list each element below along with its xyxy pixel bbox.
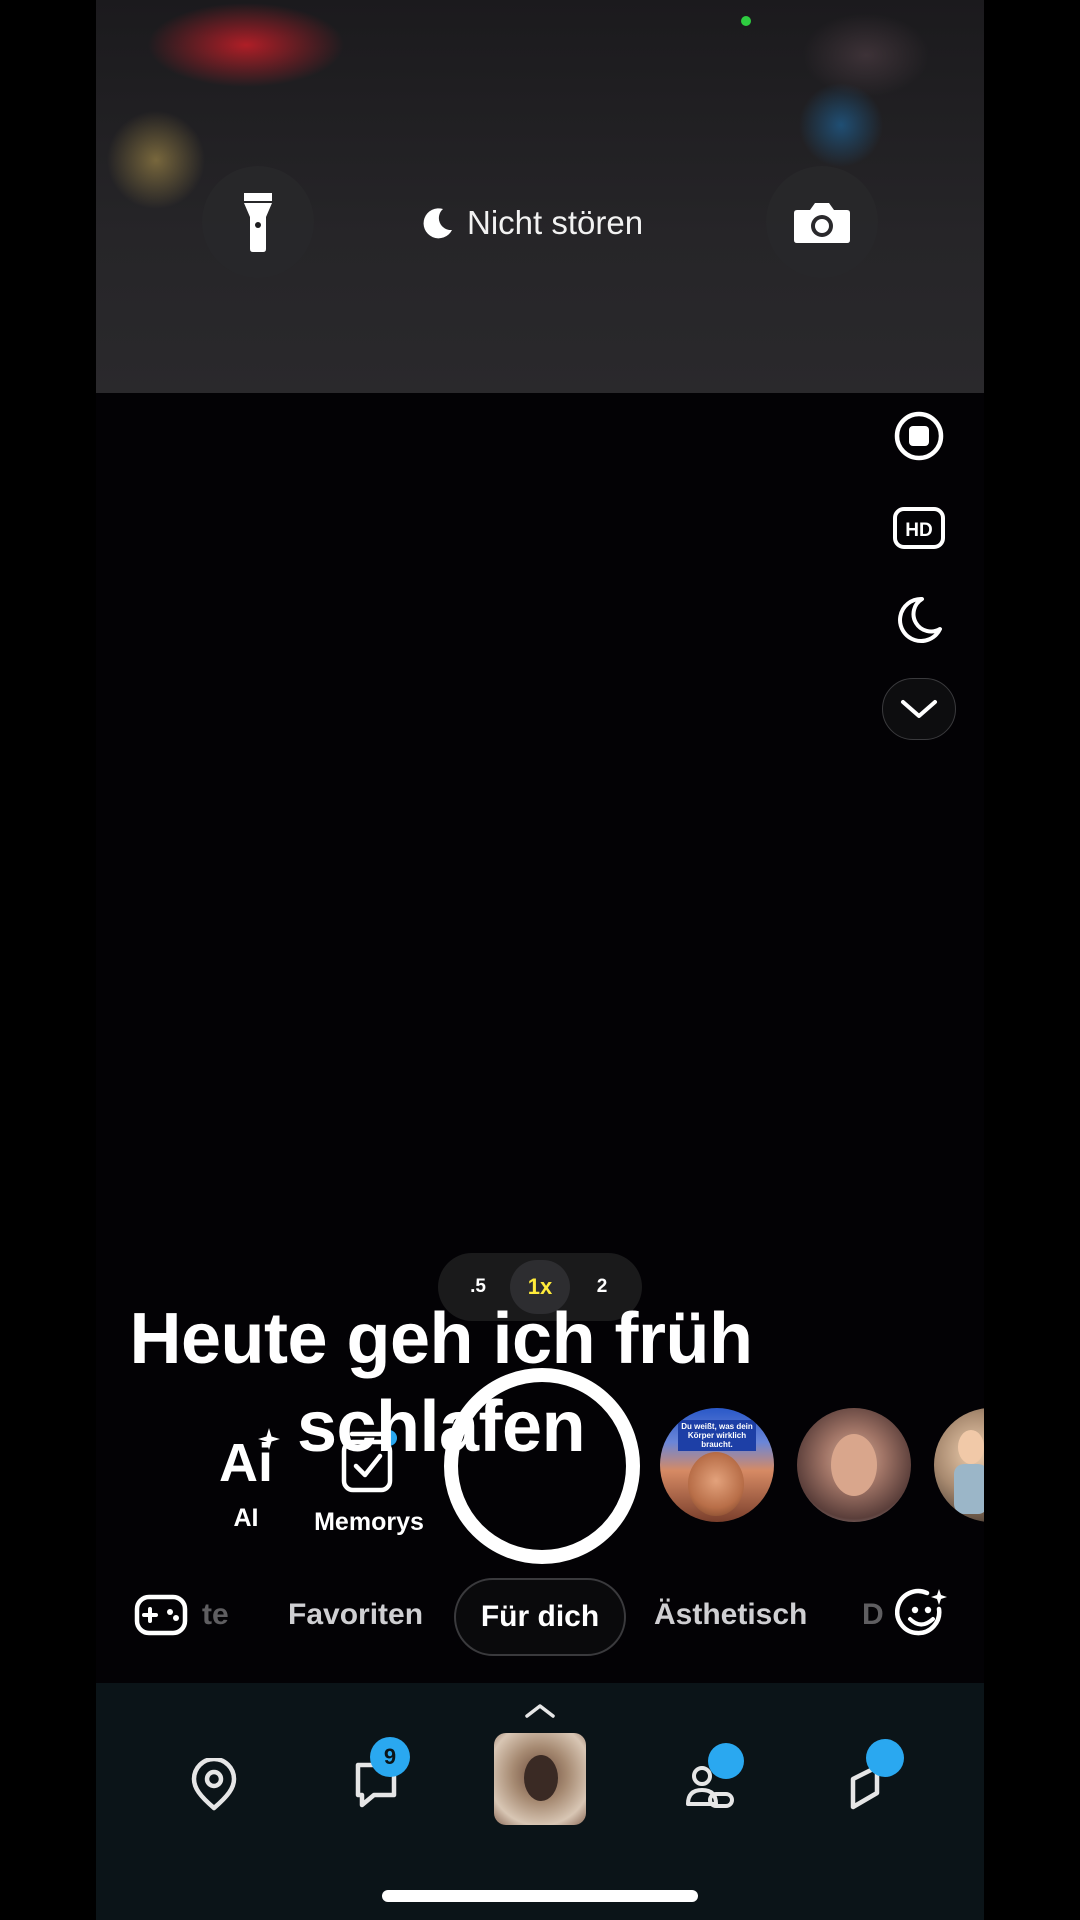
nav-map[interactable] <box>182 1753 246 1817</box>
chevron-up-icon <box>525 1704 555 1718</box>
bottom-navigation: 9 <box>96 1683 984 1920</box>
camera-in-use-indicator <box>741 16 751 26</box>
games-button[interactable] <box>132 1586 190 1644</box>
category-favorites[interactable]: Favoriten <box>288 1598 423 1632</box>
nav-camera[interactable] <box>494 1703 586 1825</box>
memories-label: Memorys <box>314 1508 424 1536</box>
stories-dot-badge <box>708 1743 744 1779</box>
stop-icon <box>894 411 944 461</box>
lens-explorer-button[interactable] <box>892 1584 952 1644</box>
do-not-disturb-status: Nicht stören <box>421 198 643 248</box>
night-mode-button[interactable] <box>889 590 949 650</box>
lens-avatar <box>958 1430 984 1464</box>
gamepad-icon <box>134 1594 188 1636</box>
lens-face <box>831 1434 877 1496</box>
hd-toggle-button[interactable]: HD <box>889 498 949 558</box>
lens-face <box>688 1452 744 1516</box>
nav-spotlight[interactable] <box>840 1739 904 1817</box>
nav-chat[interactable]: 9 <box>344 1737 410 1817</box>
map-pin-icon <box>191 1758 237 1811</box>
chevron-down-icon <box>901 700 937 718</box>
flashlight-button[interactable] <box>202 166 314 278</box>
camera-preview-thumbnail <box>494 1733 586 1825</box>
category-aesthetic[interactable]: Ästhetisch <box>654 1598 807 1632</box>
lens-category-row: te Favoriten Für dich Ästhetisch D <box>96 1578 984 1662</box>
stop-recording-button[interactable] <box>889 406 949 466</box>
chat-badge: 9 <box>370 1737 410 1777</box>
moon-icon <box>423 208 452 239</box>
flashlight-icon <box>244 193 272 252</box>
night-mode-icon <box>898 596 942 643</box>
more-tools-button[interactable] <box>882 678 956 740</box>
do-not-disturb-label: Nicht stören <box>467 204 644 241</box>
camera-icon <box>794 203 850 243</box>
lens-item-1[interactable]: Du weißt, was dein Körper wirklich brauc… <box>660 1408 774 1522</box>
svg-text:HD: HD <box>905 520 932 541</box>
ai-tool-label: AI <box>233 1504 259 1532</box>
lens-item-2[interactable] <box>797 1408 911 1522</box>
camera-shortcut-button[interactable] <box>766 166 878 278</box>
smiley-sparkle-icon <box>895 1588 947 1636</box>
thumbnail-figure <box>524 1755 558 1801</box>
category-for-you[interactable]: Für dich <box>454 1578 626 1656</box>
category-partial-right[interactable]: D <box>862 1598 884 1632</box>
lens-item-3[interactable] <box>934 1408 984 1522</box>
home-indicator <box>382 1890 698 1902</box>
camera-screen: Nicht stören HD .5 1x 2 Ai AI Memorys He… <box>96 0 984 1920</box>
hd-icon: HD <box>893 507 945 549</box>
lens-thumb-text: Du weißt, was dein Körper wirklich brauc… <box>678 1420 756 1451</box>
lens-avatar-body <box>954 1464 984 1514</box>
lockscreen-preview: Nicht stören <box>96 0 984 393</box>
nav-stories[interactable] <box>678 1743 744 1817</box>
shutter-button[interactable] <box>444 1368 640 1564</box>
spotlight-dot-badge <box>866 1739 904 1777</box>
category-partial-left[interactable]: te <box>202 1598 229 1632</box>
